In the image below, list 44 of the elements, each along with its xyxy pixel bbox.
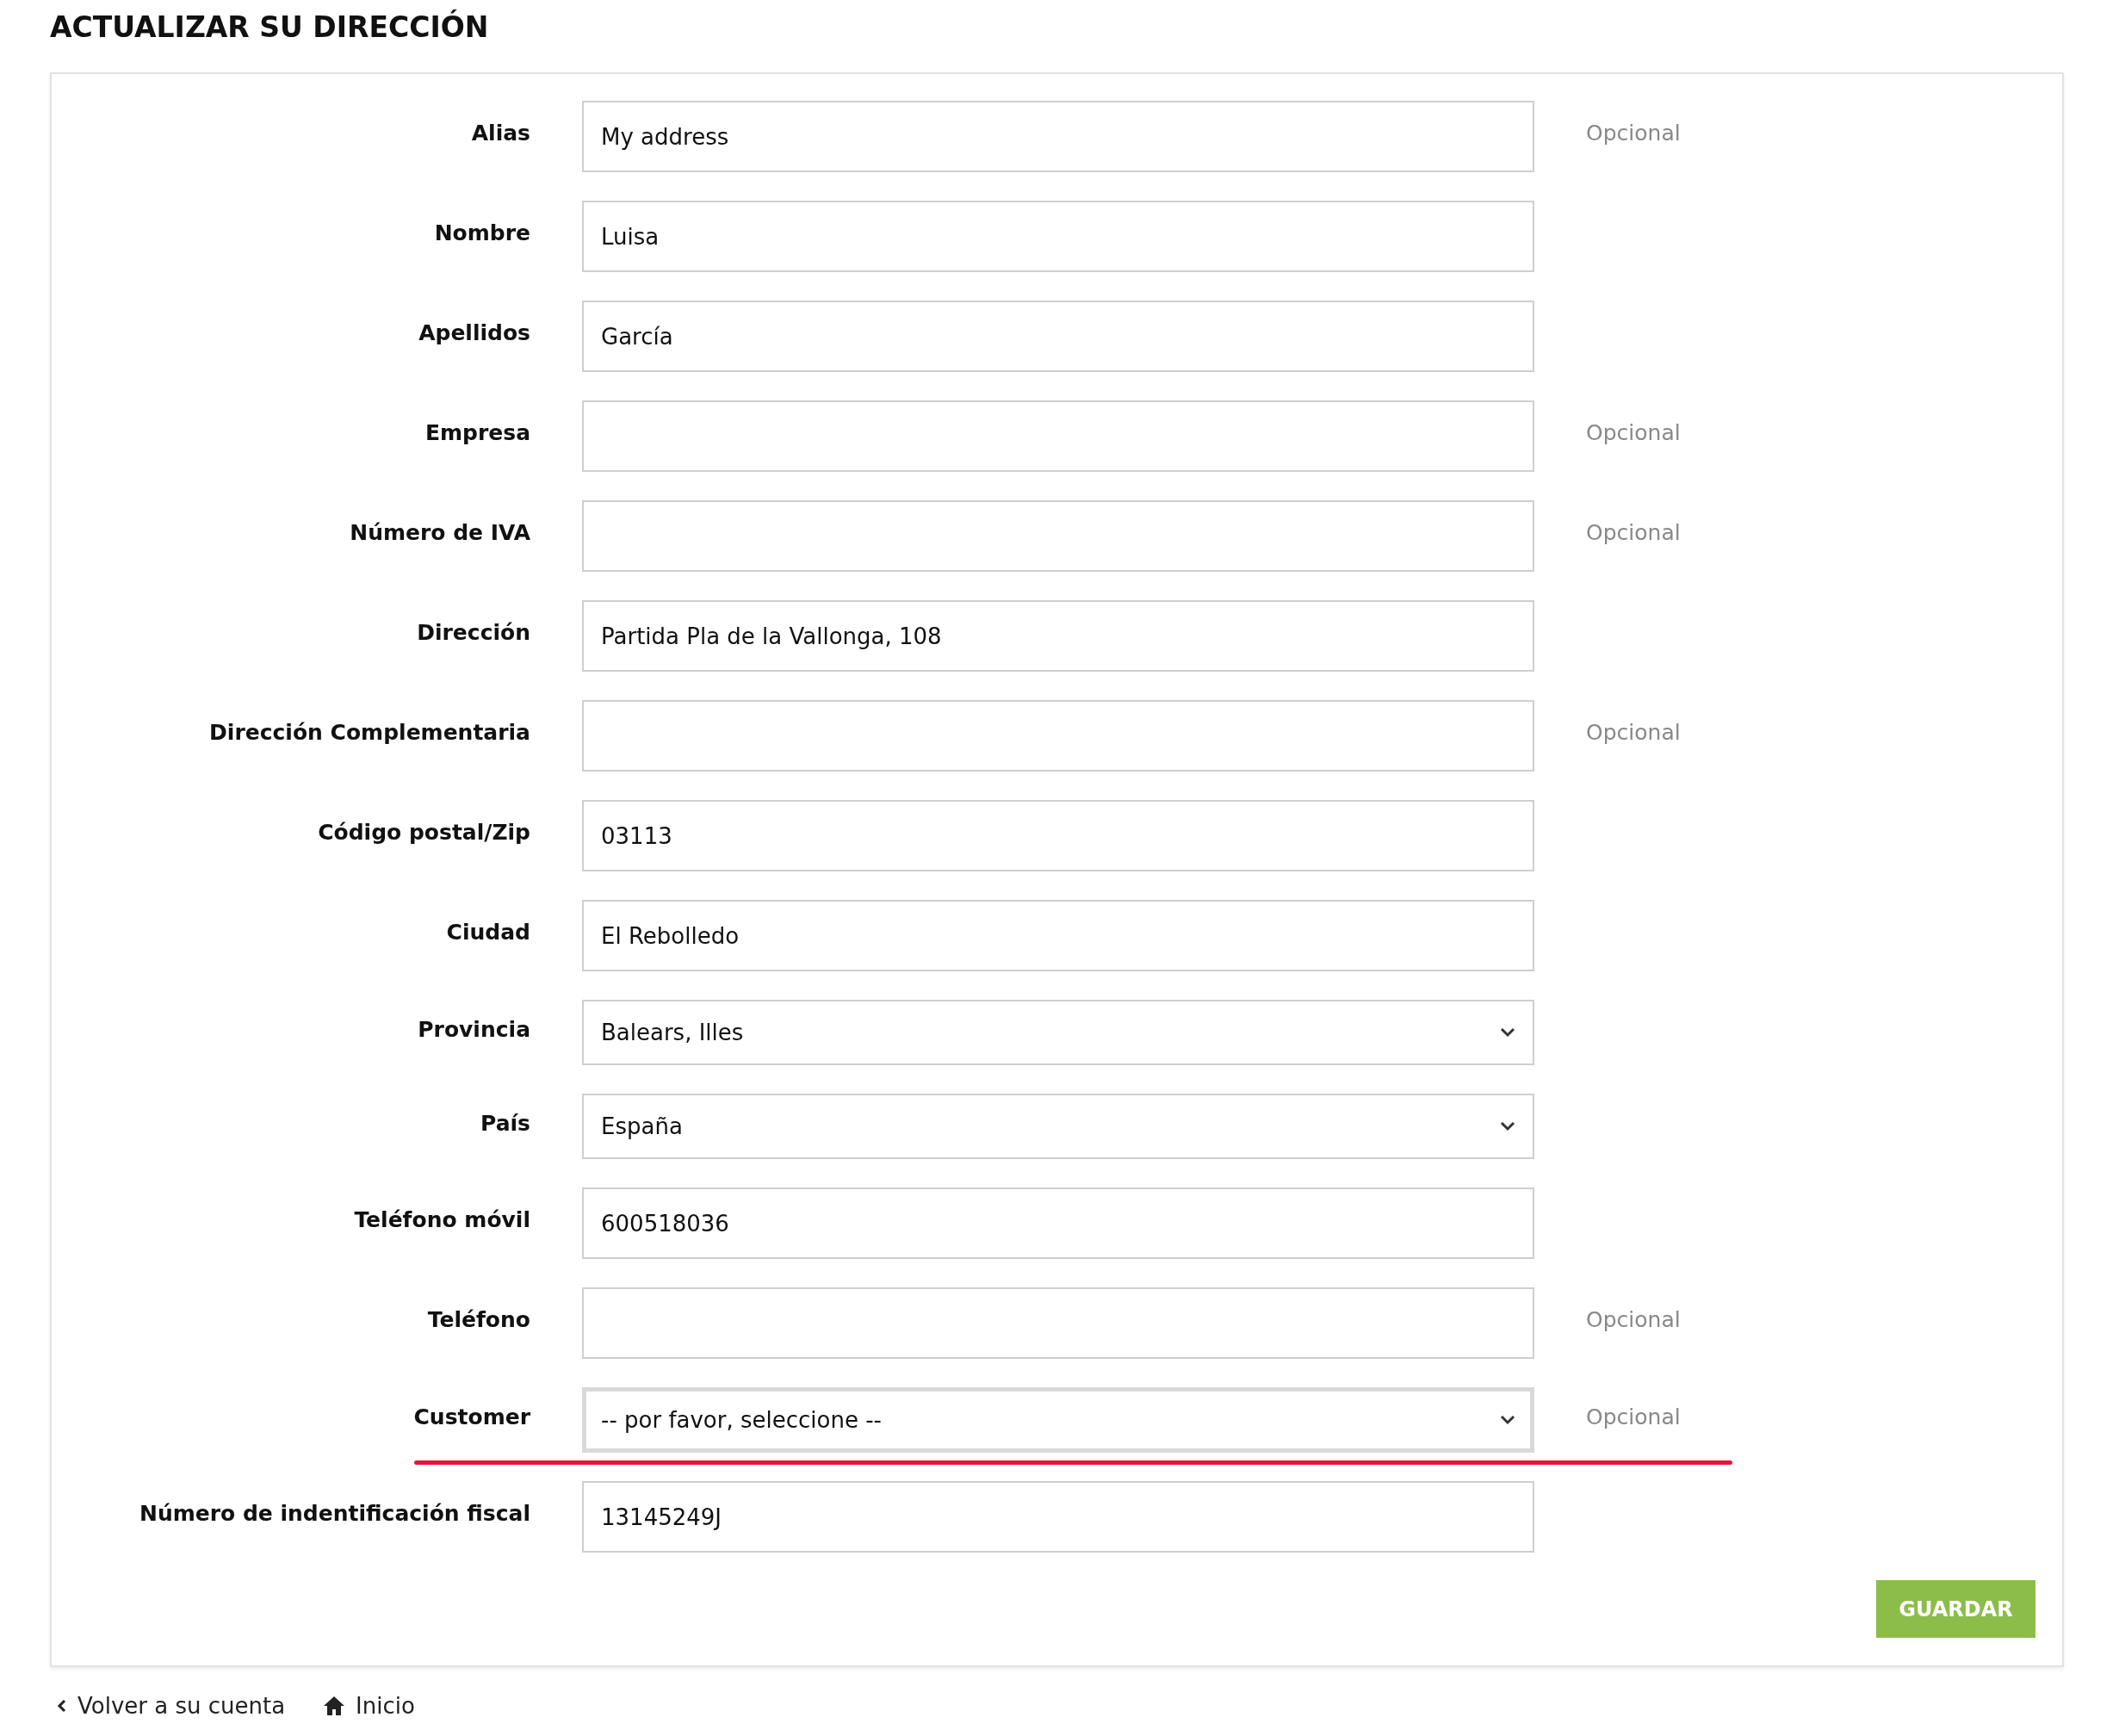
chevron-down-icon [1500,1027,1515,1038]
input-field[interactable]: 13145249J [582,1481,1534,1553]
input-field[interactable] [582,500,1534,572]
home-icon [323,1696,346,1716]
field-label: Número de indentificación fiscal [139,1501,530,1526]
field-label: País [480,1110,530,1136]
field-label: Empresa [424,420,530,445]
input-field[interactable] [582,400,1534,472]
field-label: Teléfono móvil [353,1207,530,1232]
chevron-left-icon [57,1698,67,1714]
optional-hint: Opcional [1586,1307,1682,1332]
input-field[interactable]: García [582,301,1534,372]
optional-hint: Opcional [1586,520,1682,545]
input-field[interactable]: 600518036 [582,1187,1534,1259]
select-field[interactable]: España [582,1094,1534,1159]
input-field[interactable]: 03113 [582,800,1534,871]
footer-link[interactable]: Volver a su cuenta [57,1693,286,1719]
field-label: Dirección Complementaria [208,720,530,745]
field-label: Número de IVA [349,520,530,545]
field-label: Dirección [416,620,530,645]
optional-hint: Opcional [1586,420,1682,445]
input-field[interactable]: Partida Pla de la Vallonga, 108 [582,600,1534,672]
chevron-down-icon [1500,1415,1515,1425]
input-field[interactable] [582,700,1534,772]
field-label: Código postal/Zip [317,820,530,845]
optional-hint: Opcional [1586,720,1682,745]
optional-hint: Opcional [1586,1404,1682,1429]
field-label: Customer [412,1404,530,1429]
input-field[interactable]: My address [582,101,1534,172]
optional-hint: Opcional [1586,121,1682,146]
chevron-down-icon [1500,1121,1515,1132]
select-field[interactable]: Balears, Illes [582,1000,1534,1065]
select-field[interactable]: -- por favor, seleccione -- [582,1387,1534,1453]
field-label: Teléfono [426,1307,530,1332]
field-label: Ciudad [445,920,530,945]
footer-link[interactable]: Inicio [323,1693,415,1719]
field-label: Alias [470,121,530,146]
page-title: ACTUALIZAR SU DIRECCIÓN [50,9,490,46]
input-field[interactable]: Luisa [582,201,1534,272]
field-label: Nombre [433,220,530,245]
field-label: Provincia [417,1016,530,1042]
input-field[interactable] [582,1287,1534,1359]
field-label: Apellidos [418,320,530,345]
input-field[interactable]: El Rebolledo [582,900,1534,971]
